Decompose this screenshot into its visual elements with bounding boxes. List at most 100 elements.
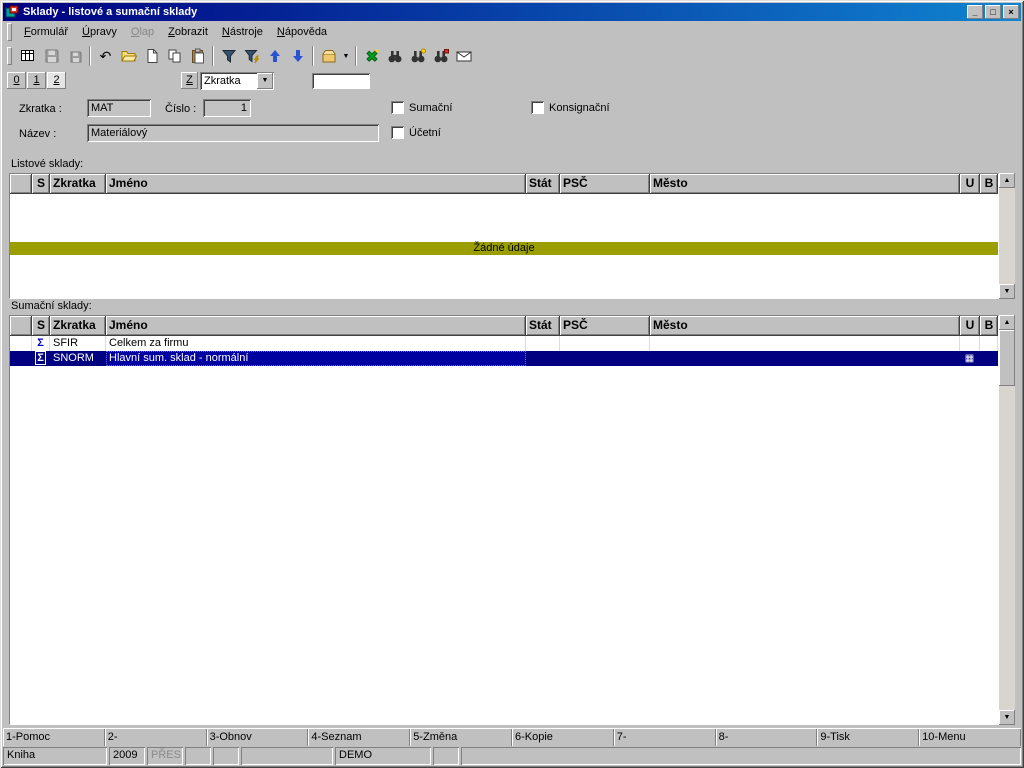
scroll-down-icon[interactable]: ▼ [999,710,1015,725]
status-book: Kniha [3,747,107,765]
col-zkratka[interactable]: Zkratka [50,174,106,194]
zkratka-field[interactable]: MAT [87,99,151,117]
function-key-bar: 1-Pomoc 2- 3-Obnov 4-Seznam 5-Změna 6-Ko… [3,728,1021,746]
fkey-7[interactable]: 7- [614,729,716,746]
page-button-2[interactable]: 2 [47,72,66,89]
toolbar-separator [212,46,214,66]
zkratka-label: Zkratka : [19,103,62,115]
col-jmeno[interactable]: Jméno [106,174,526,194]
menu-bar: Formulář Úpravy Olap Zobrazit Nástroje N… [3,22,1021,42]
table-row[interactable]: Σ SFIR Celkem za firmu [10,336,998,351]
minimize-button[interactable]: _ [967,5,983,19]
fkey-6[interactable]: 6-Kopie [512,729,614,746]
status-cell [461,747,1021,765]
nazev-field[interactable]: Materiálový [87,124,379,142]
status-cell [185,747,211,765]
col-u[interactable]: U [960,174,980,194]
fkey-1[interactable]: 1-Pomoc [3,729,105,746]
sum-table-scrollbar[interactable]: ▲ ▼ [999,315,1015,725]
cell-psc [560,336,650,351]
col-b[interactable]: B [980,316,998,336]
sumacni-checkbox[interactable] [391,101,404,114]
maximize-button[interactable]: □ [985,5,1001,19]
col-psc[interactable]: PSČ [560,316,650,336]
scroll-up-icon[interactable]: ▲ [999,173,1015,188]
sumacni-checkbox-label: Sumační [409,102,452,114]
title-bar: Sklady - listové a sumační sklady _ □ × [3,3,1021,21]
scroll-track[interactable] [999,188,1015,284]
move-up-icon[interactable] [263,45,286,67]
list-table-scrollbar[interactable]: ▲ ▼ [999,173,1015,299]
col-b[interactable]: B [980,174,998,194]
generate-icon[interactable] [360,45,383,67]
new-document-icon[interactable] [140,45,163,67]
form-navigator-icon[interactable] [17,45,40,67]
konsignacni-checkbox[interactable] [531,101,544,114]
cell-zkratka: SNORM [50,351,106,366]
fkey-4[interactable]: 4-Seznam [308,729,410,746]
col-jmeno[interactable]: Jméno [106,316,526,336]
scroll-thumb[interactable] [999,330,1015,386]
status-demo: DEMO [335,747,431,765]
scroll-up-icon[interactable]: ▲ [999,315,1015,330]
menu-napoveda[interactable]: Nápověda [270,24,334,40]
find-special-icon[interactable] [429,45,452,67]
col-s[interactable]: S [32,316,50,336]
package-dropdown-icon[interactable]: ▼ [340,45,352,67]
open-folder-icon[interactable] [117,45,140,67]
fkey-2[interactable]: 2- [105,729,207,746]
fkey-8[interactable]: 8- [716,729,818,746]
toolbar-separator [89,46,91,66]
find-icon[interactable] [383,45,406,67]
menu-nastroje[interactable]: Nástroje [215,24,270,40]
col-u[interactable]: U [960,316,980,336]
toolbar-separator [312,46,314,66]
cislo-field[interactable]: 1 [203,99,251,117]
col-mesto[interactable]: Město [650,316,960,336]
cell-mesto [650,351,960,366]
menu-grip[interactable] [7,23,12,41]
col-rowmark[interactable] [10,316,32,336]
col-mesto[interactable]: Město [650,174,960,194]
paste-icon[interactable] [186,45,209,67]
fkey-9[interactable]: 9-Tisk [817,729,919,746]
konsignacni-checkbox-group: Konsignační [531,101,610,114]
col-psc[interactable]: PSČ [560,174,650,194]
menu-upravy[interactable]: Úpravy [75,24,124,40]
filter-apply-icon[interactable] [240,45,263,67]
menu-formular[interactable]: Formulář [17,24,75,40]
search-column-value: Zkratka [200,75,256,87]
table-row-selected[interactable]: Σ SNORM Hlavní sum. sklad - normální ▦ [10,351,998,366]
col-stat[interactable]: Stát [526,316,560,336]
toolbar-grip[interactable] [7,47,12,65]
fkey-3[interactable]: 3-Obnov [207,729,309,746]
col-s[interactable]: S [32,174,50,194]
scroll-down-icon[interactable]: ▼ [999,284,1015,299]
z-button[interactable]: Z [181,72,198,89]
menu-zobrazit[interactable]: Zobrazit [161,24,215,40]
find-next-icon[interactable] [406,45,429,67]
chevron-down-icon[interactable]: ▼ [257,73,273,89]
sum-table-body: Σ SFIR Celkem za firmu Σ SNORM Hlavní su… [10,336,998,724]
search-column-select[interactable]: Zkratka ▼ [200,72,274,90]
fkey-5[interactable]: 5-Změna [410,729,512,746]
col-rowmark[interactable] [10,174,32,194]
move-down-icon[interactable] [286,45,309,67]
scroll-track[interactable] [999,330,1015,710]
col-stat[interactable]: Stát [526,174,560,194]
undo-icon[interactable]: ↶ [94,45,117,67]
list-warehouses-table: S Zkratka Jméno Stát PSČ Město U B Žádné… [9,173,1015,299]
ucetni-checkbox[interactable] [391,126,404,139]
filter-icon[interactable] [217,45,240,67]
package-icon[interactable] [317,45,340,67]
copy-icon[interactable] [163,45,186,67]
page-button-0[interactable]: 0 [7,72,26,89]
page-button-1[interactable]: 1 [27,72,46,89]
cell-stat [526,336,560,351]
cell-stat [526,351,560,366]
close-button[interactable]: × [1003,5,1019,19]
fkey-10[interactable]: 10-Menu [919,729,1021,746]
search-input[interactable] [312,73,370,89]
col-zkratka[interactable]: Zkratka [50,316,106,336]
mail-icon[interactable] [452,45,475,67]
